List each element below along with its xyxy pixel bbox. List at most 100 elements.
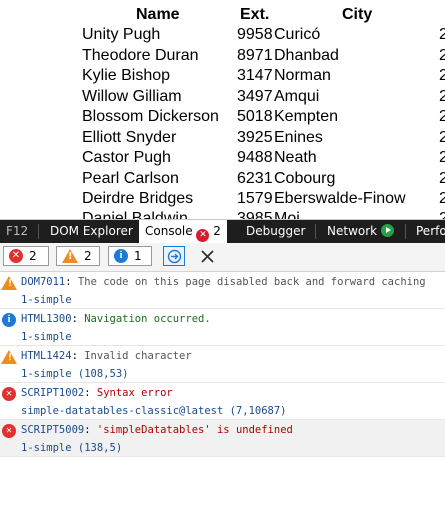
- tab-network-label: Network: [327, 224, 378, 238]
- console-toolbar: ✕ 2 2 i 1: [0, 243, 445, 272]
- tab-network[interactable]: Network: [321, 220, 400, 243]
- message-text: HTML1300: Navigation occurred.: [21, 313, 211, 325]
- message-text: HTML1424: Invalid character: [21, 350, 192, 362]
- console-log: DOM7011: The code on this page disabled …: [0, 272, 445, 457]
- message-body: The code on this page disabled back and …: [77, 276, 426, 288]
- cell-city: Kempten: [274, 108, 339, 125]
- tab-divider: [38, 224, 39, 239]
- cell-extra: 2: [439, 108, 445, 125]
- cell-city: Norman: [274, 67, 331, 84]
- error-x-icon: ✕: [196, 229, 210, 242]
- table-row: Elliott Snyder 3925 Enines 2: [0, 129, 445, 149]
- info-icon: i: [2, 313, 16, 327]
- message-text: SCRIPT1002: Syntax error: [21, 387, 173, 399]
- cell-city: Amqui: [274, 88, 320, 105]
- warning-icon: [1, 350, 17, 364]
- tab-dom-explorer[interactable]: DOM Explorer: [44, 220, 139, 243]
- cell-city: Cobourg: [274, 170, 336, 187]
- f12-label: F12: [6, 224, 29, 238]
- tab-performance[interactable]: Perfo: [410, 220, 445, 243]
- cell-extra: 2: [439, 47, 445, 64]
- cell-city: Eberswalde-Finow: [274, 190, 406, 207]
- warnings-filter-button[interactable]: 2: [56, 246, 100, 266]
- cell-name: Daniel Baldwin: [82, 210, 188, 219]
- cell-ext: 3985: [237, 210, 273, 219]
- cell-name: Blossom Dickerson: [82, 108, 219, 125]
- message-code: DOM7011: [21, 276, 66, 288]
- cell-ext: 9958: [237, 26, 273, 43]
- tab-divider: [315, 224, 316, 239]
- tab-console-error-count: 2: [213, 224, 221, 238]
- message-source-link[interactable]: 1-simple: [21, 294, 72, 306]
- warning-icon: [1, 276, 17, 290]
- cell-ext: 3147: [237, 67, 273, 84]
- table-row: Castor Pugh 9488 Neath 2: [0, 149, 445, 169]
- column-header-ext[interactable]: Ext.: [240, 6, 269, 24]
- clear-console-button[interactable]: [197, 246, 219, 266]
- cell-extra: 2: [439, 210, 445, 219]
- tab-console[interactable]: Console ✕ 2: [139, 220, 227, 243]
- message-body: 'simpleDatatables' is undefined: [96, 424, 293, 436]
- error-icon: ✕: [2, 424, 16, 438]
- cell-ext: 1579: [237, 190, 273, 207]
- devtools-panel: F12 DOM Explorer Console ✕ 2 Debugger Ne…: [0, 219, 445, 526]
- message-code: HTML1424: [21, 350, 72, 362]
- cell-extra: 2: [439, 190, 445, 207]
- cell-name: Elliott Snyder: [82, 129, 177, 146]
- error-icon: ✕: [9, 249, 23, 263]
- cell-name: Pearl Carlson: [82, 170, 179, 187]
- cell-name: Willow Gilliam: [82, 88, 182, 105]
- table-row: Unity Pugh 9958 Curicó 2: [0, 26, 445, 46]
- cell-city: Enines: [274, 129, 323, 146]
- errors-filter-button[interactable]: ✕ 2: [3, 246, 49, 266]
- cell-ext: 8971: [237, 47, 273, 64]
- table-row: Theodore Duran 8971 Dhanbad 2: [0, 47, 445, 67]
- tab-console-label: Console: [145, 224, 193, 238]
- clear-on-navigate-icon: [167, 249, 182, 264]
- clear-on-navigate-button[interactable]: [163, 246, 185, 266]
- console-message[interactable]: ✕ SCRIPT1002: Syntax error simple-datata…: [0, 383, 445, 420]
- console-message[interactable]: HTML1424: Invalid character 1-simple (10…: [0, 346, 445, 383]
- cell-name: Unity Pugh: [82, 26, 161, 43]
- cell-extra: 2: [439, 170, 445, 187]
- column-header-name[interactable]: Name: [136, 6, 180, 24]
- cell-name: Theodore Duran: [82, 47, 199, 64]
- cell-city: Curicó: [274, 26, 321, 43]
- console-message[interactable]: DOM7011: The code on this page disabled …: [0, 272, 445, 309]
- cell-ext: 5018: [237, 108, 273, 125]
- message-source-link[interactable]: 1-simple: [21, 331, 72, 343]
- cell-extra: 2: [439, 26, 445, 43]
- message-source-link[interactable]: 1-simple (138,5): [21, 442, 122, 454]
- console-message[interactable]: ✕ SCRIPT5009: 'simpleDatatables' is unde…: [0, 420, 445, 457]
- message-body: Navigation occurred.: [84, 313, 211, 325]
- tab-debugger[interactable]: Debugger: [240, 220, 311, 243]
- console-message[interactable]: i HTML1300: Navigation occurred. 1-simpl…: [0, 309, 445, 346]
- messages-filter-button[interactable]: i 1: [108, 246, 152, 266]
- cell-extra: 2: [439, 88, 445, 105]
- cell-ext: 3497: [237, 88, 273, 105]
- close-icon: [201, 250, 214, 263]
- cell-name: Deirdre Bridges: [82, 190, 194, 207]
- tab-divider: [405, 224, 406, 239]
- message-code: HTML1300: [21, 313, 72, 325]
- message-source-link[interactable]: simple-datatables-classic@latest (7,1068…: [21, 405, 287, 417]
- cell-ext: 6231: [237, 170, 273, 187]
- table-header: Name Ext. City: [0, 6, 445, 26]
- warnings-count: 2: [84, 249, 92, 263]
- cell-city: Moi: [274, 210, 300, 219]
- devtools-tabbar: F12 DOM Explorer Console ✕ 2 Debugger Ne…: [0, 220, 445, 243]
- message-source-link[interactable]: 1-simple (108,53): [21, 368, 128, 380]
- table-row: Kylie Bishop 3147 Norman 2: [0, 67, 445, 87]
- cell-ext: 3925: [237, 129, 273, 146]
- cell-extra: 2: [439, 149, 445, 166]
- cell-name: Kylie Bishop: [82, 67, 171, 84]
- cell-extra: 2: [439, 67, 445, 84]
- play-icon: [380, 224, 394, 237]
- cell-extra: 2: [439, 129, 445, 146]
- message-text: DOM7011: The code on this page disabled …: [21, 276, 426, 288]
- table-row: Deirdre Bridges 1579 Eberswalde-Finow 2: [0, 190, 445, 210]
- info-icon: i: [114, 249, 128, 263]
- cell-name: Castor Pugh: [82, 149, 171, 166]
- cell-city: Neath: [274, 149, 317, 166]
- column-header-city[interactable]: City: [342, 6, 372, 24]
